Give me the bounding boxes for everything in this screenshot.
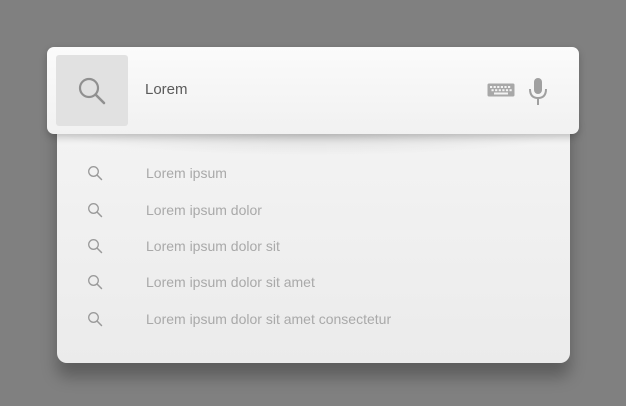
search-icon	[88, 312, 103, 327]
search-button[interactable]	[56, 55, 128, 126]
search-icon	[78, 77, 106, 104]
suggestion-item[interactable]: Lorem ipsum dolor sit amet	[57, 265, 570, 299]
search-icon	[88, 166, 103, 181]
suggestion-label: Lorem ipsum dolor	[146, 202, 262, 218]
search-icon	[88, 239, 103, 254]
dropdown-shadow	[57, 134, 570, 156]
search-icon	[88, 275, 103, 290]
suggestion-item[interactable]: Lorem ipsum dolor sit amet consectetur	[57, 302, 570, 336]
suggestion-item[interactable]: Lorem ipsum dolor	[57, 193, 570, 227]
keyboard-icon[interactable]	[487, 83, 515, 97]
search-icon	[88, 203, 103, 218]
suggestion-label: Lorem ipsum dolor sit amet	[146, 274, 315, 290]
suggestion-item[interactable]: Lorem ipsum	[57, 156, 570, 190]
suggestions-dropdown: Lorem ipsum Lorem ipsum dolor Lorem ipsu…	[57, 110, 570, 363]
suggestion-item[interactable]: Lorem ipsum dolor sit	[57, 229, 570, 263]
search-input[interactable]: Lorem	[145, 81, 188, 98]
microphone-icon[interactable]	[527, 77, 549, 107]
suggestion-label: Lorem ipsum	[146, 165, 227, 181]
search-bar: Lorem	[47, 47, 579, 134]
suggestion-label: Lorem ipsum dolor sit amet consectetur	[146, 311, 392, 327]
suggestion-label: Lorem ipsum dolor sit	[146, 238, 280, 254]
